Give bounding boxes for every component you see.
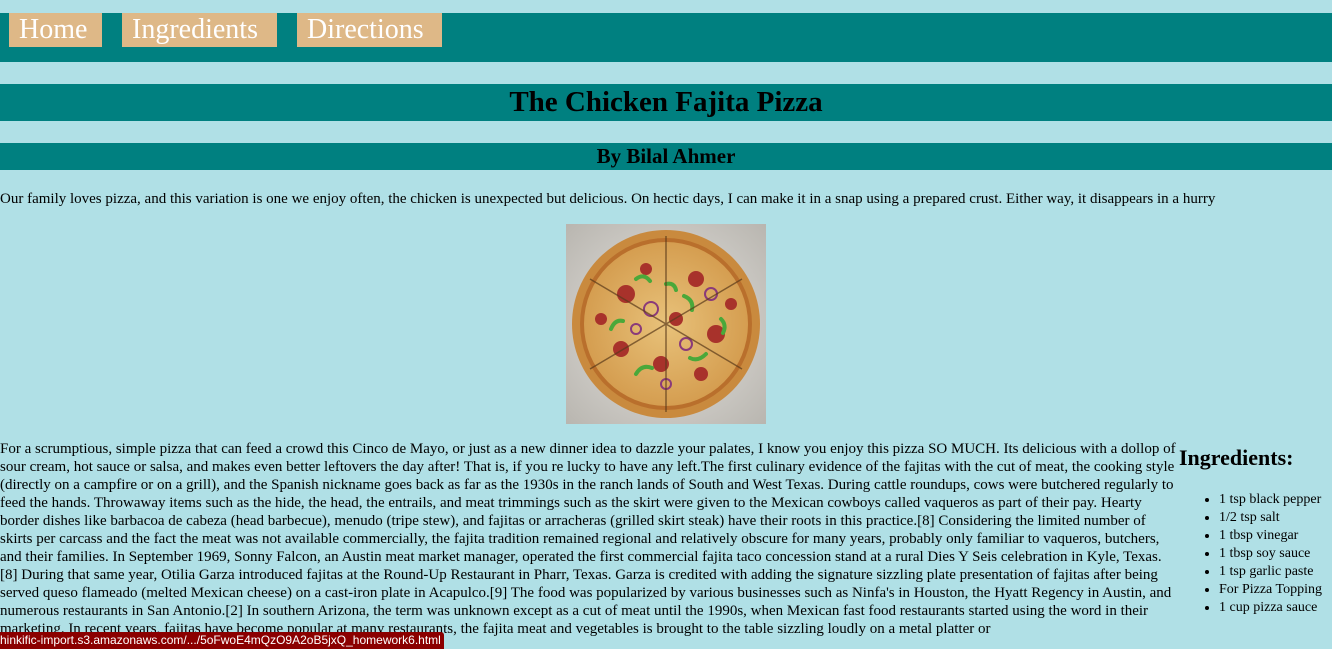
list-item: 1 tsp black pepper	[1219, 491, 1332, 509]
story-paragraph: For a scrumptious, simple pizza that can…	[0, 441, 1176, 637]
pizza-image	[566, 224, 766, 424]
list-item: 1 tbsp soy sauce	[1219, 545, 1332, 563]
page-title: The Chicken Fajita Pizza	[0, 84, 1332, 121]
ingredients-sidebar: Ingredients: 1 tsp black pepper 1/2 tsp …	[1179, 440, 1332, 617]
status-bar-url: hinkific-import.s3.amazonaws.com/.../5oF…	[0, 632, 444, 649]
top-nav-bar: Home Ingredients Directions	[0, 13, 1332, 62]
list-item: For Pizza Topping	[1219, 581, 1332, 599]
list-item: 1/2 tsp salt	[1219, 509, 1332, 527]
nav-ingredients-link[interactable]: Ingredients	[122, 13, 277, 47]
ingredients-list: 1 tsp black pepper 1/2 tsp salt 1 tbsp v…	[1179, 491, 1332, 617]
list-item: 1 tsp garlic paste	[1219, 563, 1332, 581]
author-byline: By Bilal Ahmer	[0, 143, 1332, 170]
nav-home-link[interactable]: Home	[9, 13, 102, 47]
list-item: 1 cup pizza sauce	[1219, 599, 1332, 617]
intro-paragraph: Our family loves pizza, and this variati…	[0, 191, 1216, 207]
ingredients-heading: Ingredients:	[1179, 445, 1294, 470]
list-item: 1 tbsp vinegar	[1219, 527, 1332, 545]
nav-directions-link[interactable]: Directions	[297, 13, 442, 47]
